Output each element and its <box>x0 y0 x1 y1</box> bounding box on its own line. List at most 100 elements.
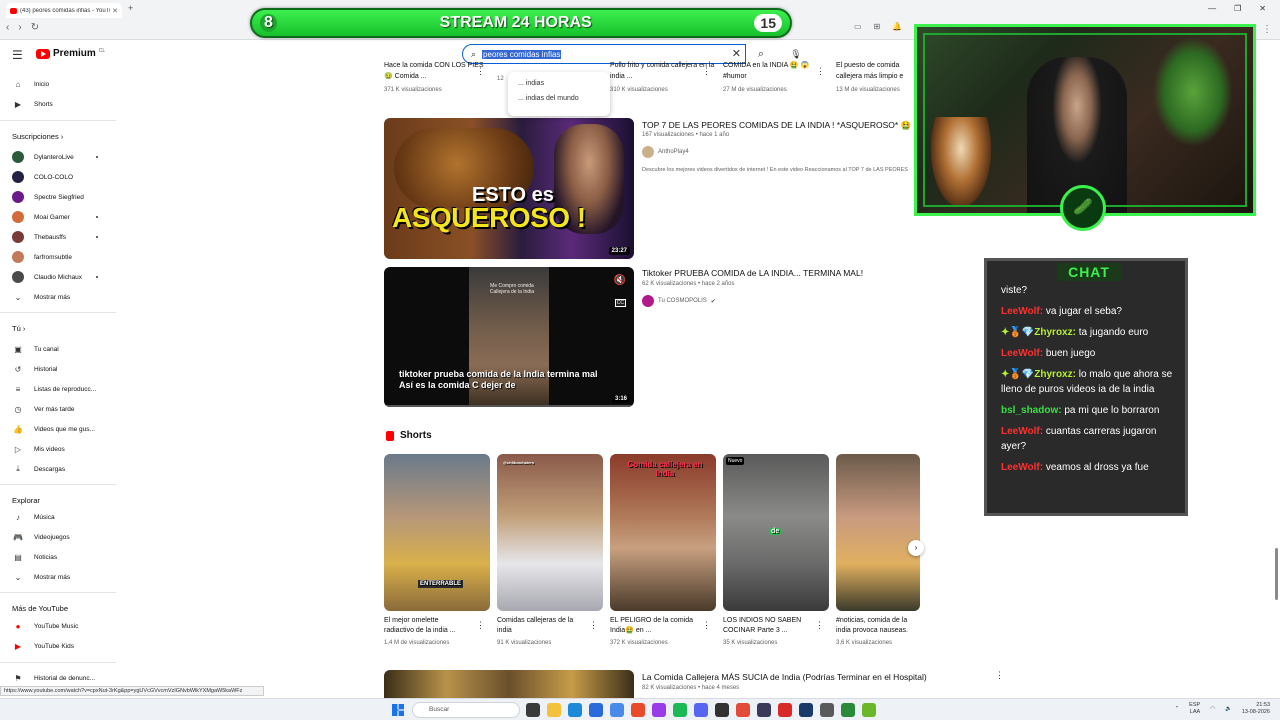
sidebar-item-sub[interactable]: DylanteroLive <box>12 150 98 164</box>
reload-icon[interactable]: ↻ <box>31 22 39 33</box>
steam-icon[interactable] <box>799 703 813 717</box>
browser-menu-icon[interactable]: ⋮ <box>1262 24 1272 35</box>
windows-start-icon[interactable] <box>392 704 404 716</box>
top-row-video[interactable]: 12 <box>497 60 507 85</box>
sidebar-item-shorts[interactable]: ▶ Shorts <box>12 97 53 111</box>
sidebar-item-sub[interactable]: Spectre Siegfried <box>12 190 84 204</box>
forward-icon[interactable]: › <box>18 22 21 33</box>
brave-icon[interactable] <box>631 703 645 717</box>
language-indicator[interactable]: ESP LAA <box>1189 702 1200 716</box>
sidebar-item-music[interactable]: ♪ Música <box>12 510 55 524</box>
top-row-video[interactable]: El puesto de comida callejera más limpio… <box>836 60 916 96</box>
video-title[interactable]: TOP 7 DE LAS PEORES COMIDAS DE LA INDIA … <box>642 120 911 131</box>
sidebar-item-home[interactable]: ⌂ Inicio <box>12 77 50 91</box>
app-icon[interactable] <box>778 703 792 717</box>
edge-icon[interactable] <box>568 703 582 717</box>
app-icon[interactable] <box>862 703 876 717</box>
short-title[interactable]: LOS INDIOS NO SABEN COCINAR Parte 3 ... <box>723 616 809 636</box>
volume-icon[interactable]: 🔈 <box>1225 706 1232 712</box>
sidebar-item-playlists[interactable]: ≡ Listas de reproducc... <box>12 382 97 396</box>
sidebar-item-sub[interactable]: Claudio Michaux <box>12 270 98 284</box>
short-thumbnail[interactable]: @chiltunchaiers <box>497 454 603 611</box>
new-tab-button[interactable]: + <box>128 3 133 13</box>
more-options-icon[interactable]: ⋮ <box>702 620 711 631</box>
minimize-button[interactable]: — <box>1208 4 1216 13</box>
sidebar-item-gaming[interactable]: 🎮 Videojuegos <box>12 530 70 544</box>
video-preview[interactable]: Me Compro comida Callejera de la India t… <box>384 267 634 407</box>
video-thumbnail[interactable]: ESTO es ASQUEROSO ! 23:27 <box>384 118 634 259</box>
more-options-icon[interactable]: ⋮ <box>589 620 598 631</box>
notification-icon[interactable]: 🔔 <box>892 22 902 31</box>
sidebar-item-sub[interactable]: Thebausffs <box>12 230 98 244</box>
taskbar-search[interactable]: Buscar <box>412 702 520 718</box>
show-more-explore-button[interactable]: ⌄ Mostrar más <box>12 570 70 584</box>
chrome-icon[interactable] <box>736 703 750 717</box>
youtube-logo[interactable]: Premium CL <box>36 48 105 59</box>
search-value[interactable]: peores comidas infias <box>482 49 562 59</box>
close-tab-icon[interactable]: ✕ <box>112 7 118 15</box>
terminal-icon[interactable] <box>715 703 729 717</box>
more-options-icon[interactable]: ⋮ <box>702 66 711 77</box>
more-options-icon[interactable]: ⋮ <box>816 66 825 77</box>
sidebar-item-history[interactable]: ↺ Historial <box>12 362 58 376</box>
page-scrollbar[interactable] <box>1275 548 1278 600</box>
mute-icon[interactable]: 🔇 <box>614 275 626 286</box>
video-title[interactable]: Tiktoker PRUEBA COMIDA de LA INDIA... TE… <box>642 268 863 278</box>
maximize-button[interactable]: ❐ <box>1234 4 1241 13</box>
shorts-next-button[interactable]: › <box>908 540 924 556</box>
short-thumbnail[interactable]: ENTERRABLE <box>384 454 490 611</box>
short-title[interactable]: #noticias, comida de la india provoca na… <box>836 616 922 636</box>
suggestion-item[interactable]: ... indias del mundo <box>508 91 610 106</box>
sidebar-item-sub[interactable]: farfromsubtle <box>12 250 72 264</box>
sidebar-item-liked[interactable]: 👍 Videos que me gus... <box>12 422 95 436</box>
clear-search-icon[interactable]: ✕ <box>732 47 741 60</box>
short-title[interactable]: Comidas callejeras de la india <box>497 616 583 636</box>
task-view-icon[interactable] <box>526 703 540 717</box>
twitch-icon[interactable] <box>652 703 666 717</box>
sidebar-item-yt-kids[interactable]: ▶ YouTube Kids <box>12 639 74 653</box>
cast-icon[interactable]: ▭ <box>854 22 862 31</box>
channel-link[interactable]: AnthoPlay4 <box>642 146 689 158</box>
mail-icon[interactable] <box>610 703 624 717</box>
suggestion-item[interactable]: ... indias <box>508 76 610 91</box>
short-title[interactable]: El mejor omelette radiactivo de la india… <box>384 616 470 636</box>
file-explorer-icon[interactable] <box>547 703 561 717</box>
more-options-icon[interactable]: ⋮ <box>815 620 824 631</box>
app-icon[interactable] <box>841 703 855 717</box>
show-more-subs-button[interactable]: ⌄ Mostrar más <box>12 290 70 304</box>
sidebar-item-sub[interactable]: Moai Gamer <box>12 210 98 224</box>
store-icon[interactable] <box>589 703 603 717</box>
discord-icon[interactable] <box>694 703 708 717</box>
obs-icon[interactable] <box>757 703 771 717</box>
sidebar-item-my-videos[interactable]: ▷ Mis videos <box>12 442 65 456</box>
sidebar-item-yt-music[interactable]: ● YouTube Music <box>12 619 79 633</box>
short-thumbnail[interactable]: Nuevo de <box>723 454 829 611</box>
browser-tab[interactable]: (43) peores comidas infias - YouTube ✕ <box>6 3 122 18</box>
sidebar-item-channel[interactable]: ▣ Tu canal <box>12 342 58 356</box>
app-icon[interactable] <box>820 703 834 717</box>
video-title[interactable]: La Comida Callejera MÁS SUCIA de India (… <box>642 672 927 682</box>
sidebar-item-sub[interactable]: COLO-COLO <box>12 170 73 184</box>
channel-link[interactable]: Tu COSMOPOLIS ✔ <box>642 295 716 307</box>
top-row-video[interactable]: COMIDA en la INDIA 🤮 😱 #humor 27 M de vi… <box>723 60 831 96</box>
more-options-icon[interactable]: ⋮ <box>476 66 485 77</box>
captions-button[interactable]: CC <box>614 299 626 307</box>
tray-chevron-icon[interactable]: ⌃ <box>1175 706 1180 712</box>
back-icon[interactable]: ‹ <box>6 22 9 33</box>
sidebar-item-watch-later[interactable]: ◷ Ver más tarde <box>12 402 75 416</box>
create-icon[interactable]: ⊞ <box>874 22 881 31</box>
short-title[interactable]: EL PELIGRO de la comida India🤮 en ... <box>610 616 696 636</box>
short-thumbnail[interactable]: Comida callejera en India <box>610 454 716 611</box>
video-title[interactable]: COMIDA en la INDIA 🤮 😱 #humor <box>723 60 831 82</box>
short-thumbnail[interactable] <box>836 454 920 611</box>
more-options-icon[interactable]: ⋮ <box>995 670 1004 681</box>
video-title[interactable]: El puesto de comida callejera más limpio… <box>836 60 916 82</box>
sidebar-item-downloads[interactable]: ⤓ Descargas <box>12 462 65 476</box>
wifi-icon[interactable]: ◠ <box>1210 706 1215 712</box>
close-window-button[interactable]: ✕ <box>1259 4 1266 13</box>
sidebar-item-report-history[interactable]: ⚑ Historial de denunc... <box>12 671 95 685</box>
more-options-icon[interactable]: ⋮ <box>476 620 485 631</box>
clock[interactable]: 21:53 13-08-2026 <box>1242 702 1270 716</box>
menu-icon[interactable]: ☰ <box>12 48 23 62</box>
sidebar-item-news[interactable]: ▤ Noticias <box>12 550 57 564</box>
